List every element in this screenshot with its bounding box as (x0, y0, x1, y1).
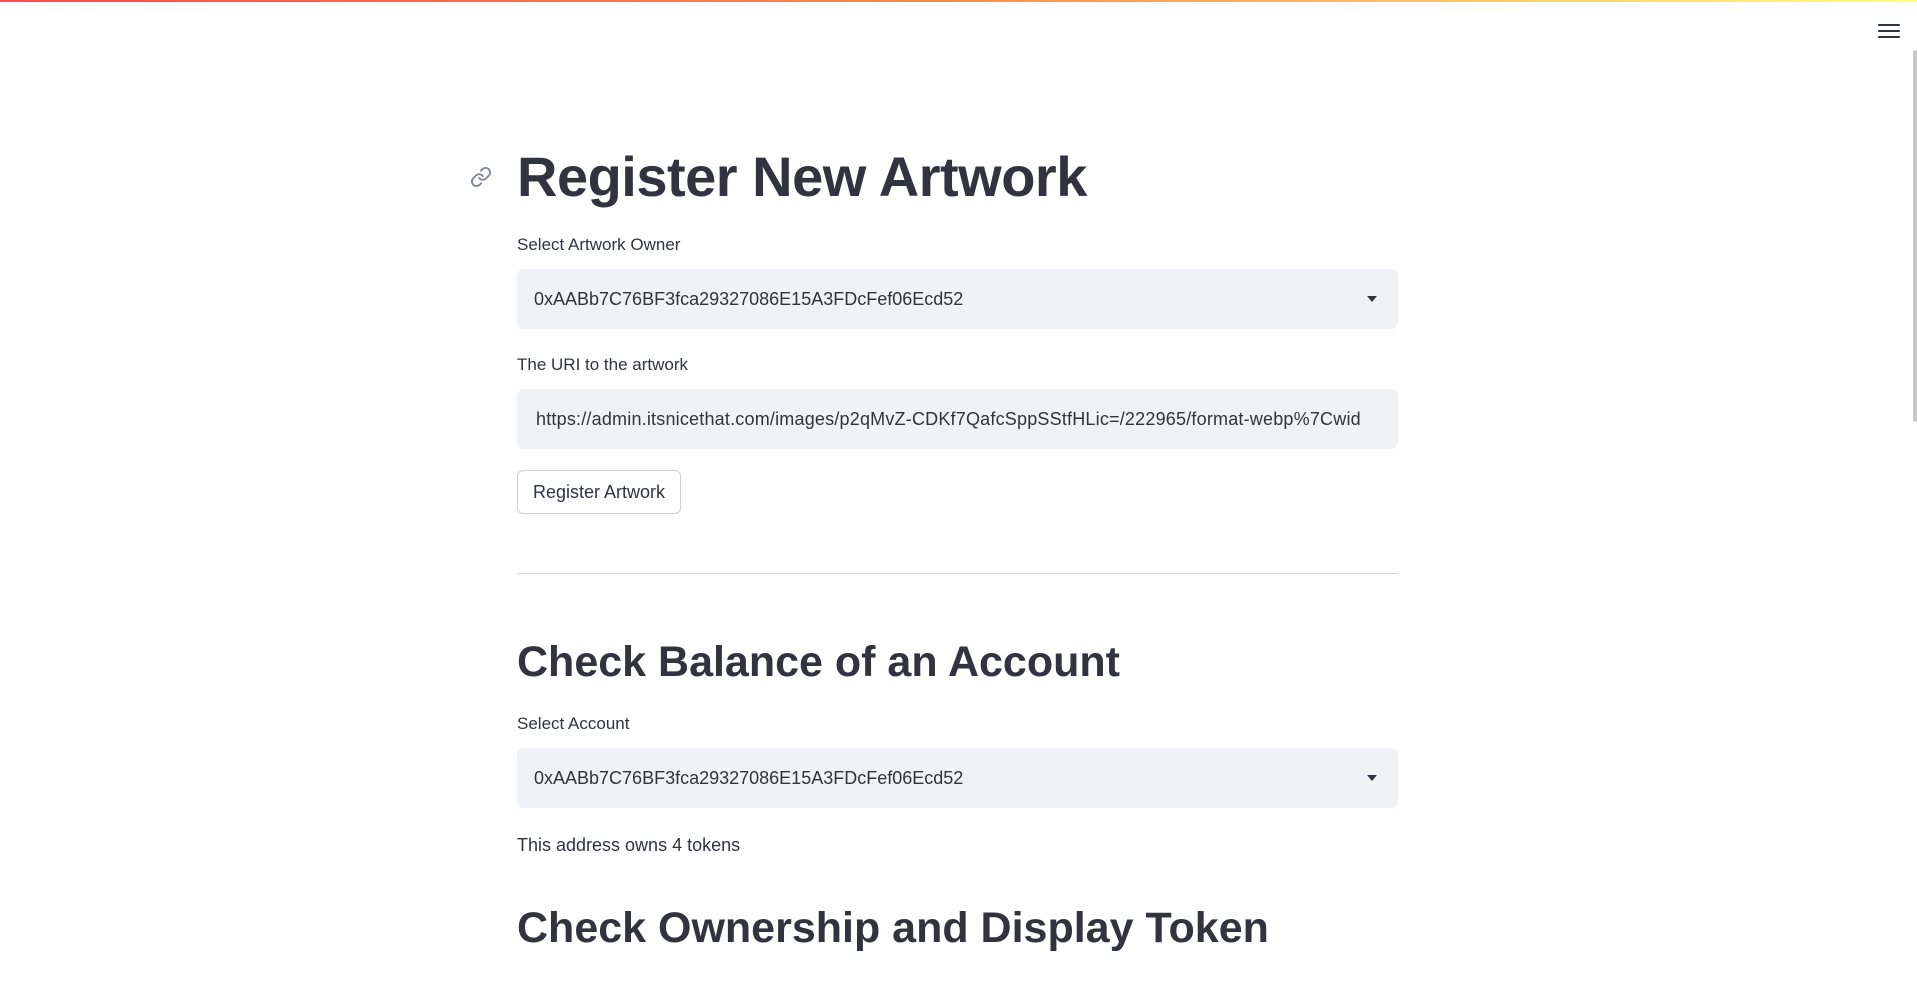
link-icon[interactable] (470, 166, 492, 188)
artwork-uri-label: The URI to the artwork (517, 355, 689, 374)
balance-section-title: Check Balance of an Account (517, 638, 1120, 686)
scrollbar[interactable] (1911, 0, 1917, 981)
balance-result-text: This address owns 4 tokens (517, 835, 741, 855)
select-account-select-value: 0xAABb7C76BF3fca29327086E15A3FDcFef06Ecd… (534, 767, 964, 788)
select-account-select[interactable]: 0xAABb7C76BF3fca29327086E15A3FDcFef06Ecd… (517, 748, 1398, 808)
artwork-owner-select[interactable]: 0xAABb7C76BF3fca29327086E15A3FDcFef06Ecd… (517, 269, 1398, 329)
main-menu-button[interactable] (1876, 18, 1902, 44)
artwork-owner-select-value: 0xAABb7C76BF3fca29327086E15A3FDcFef06Ecd… (534, 288, 964, 309)
chevron-down-icon (1367, 775, 1377, 781)
artwork-owner-label: Select Artwork Owner (517, 235, 681, 254)
select-account-label: Select Account (517, 714, 630, 733)
page-title: Register New Artwork (517, 145, 1087, 208)
hamburger-menu-icon (1878, 24, 1900, 26)
top-decoration-bar (0, 0, 1917, 2)
register-artwork-button[interactable]: Register Artwork (517, 470, 682, 514)
artwork-uri-input[interactable] (517, 389, 1398, 449)
ownership-section-title: Check Ownership and Display Token (517, 904, 1269, 952)
scrollbar-thumb[interactable] (1913, 50, 1917, 422)
chevron-down-icon (1367, 296, 1377, 302)
section-divider (517, 573, 1398, 574)
